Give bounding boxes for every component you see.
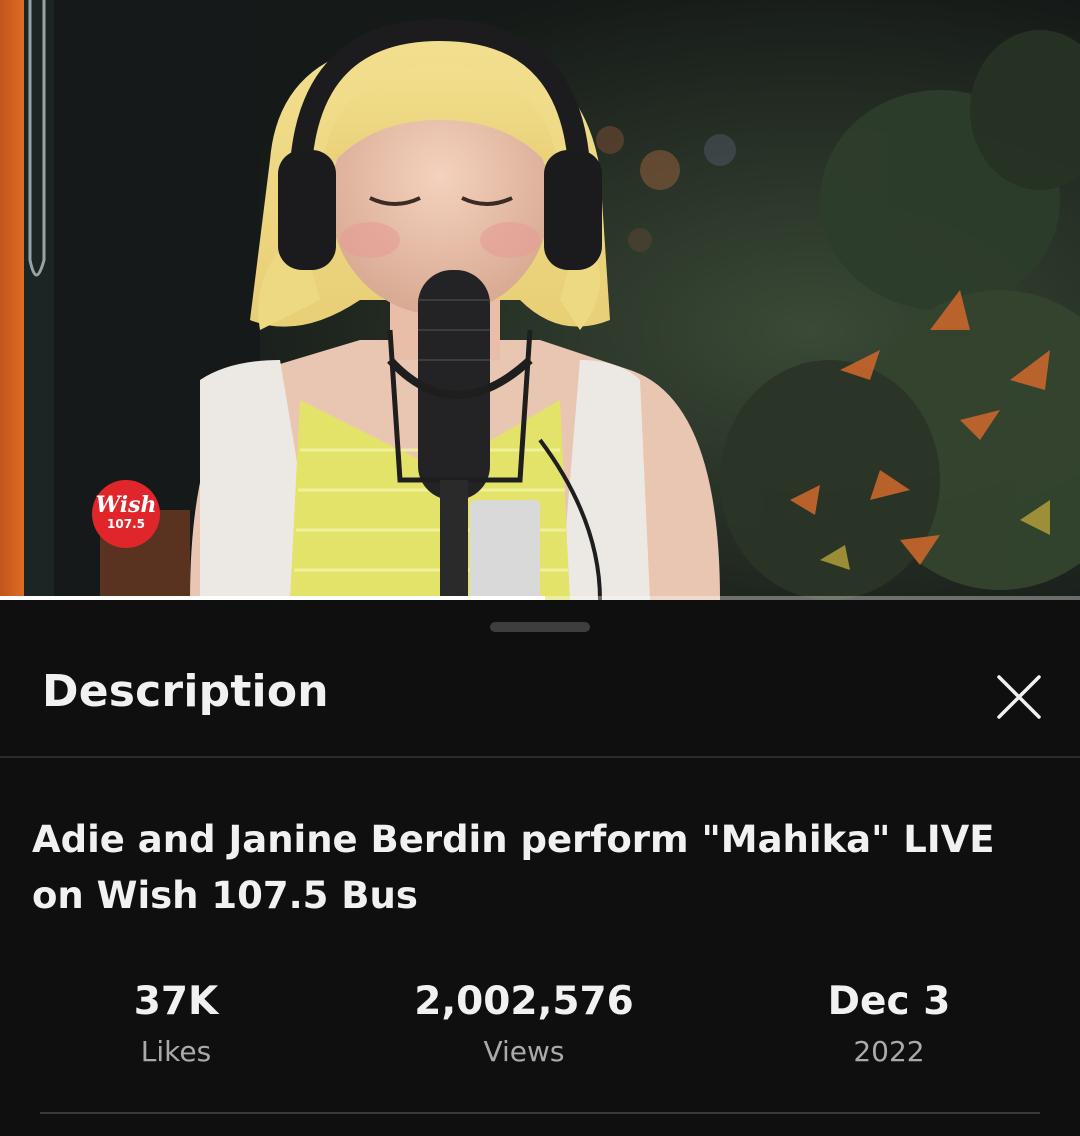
stat-date-year: 2022 [853, 1035, 925, 1068]
stat-views: 2,002,576 Views [414, 976, 634, 1072]
video-title: Adie and Janine Berdin perform "Mahika" … [32, 818, 995, 917]
wish-logo: Wish 107.5 [92, 480, 160, 548]
video-progress-bar[interactable] [0, 596, 1080, 600]
stat-likes: 37K Likes [134, 976, 219, 1072]
stat-likes-label: Likes [140, 1035, 212, 1068]
video-frame-image [0, 0, 1080, 600]
stats-divider [40, 1112, 1040, 1114]
wish-logo-subtext: 107.5 [107, 517, 145, 531]
video-progress-fill [0, 596, 546, 600]
description-sheet: Description Adie and Janine Berdin perfo… [0, 602, 1080, 1136]
close-button[interactable] [990, 668, 1048, 726]
stat-views-label: Views [483, 1035, 565, 1068]
app-root: Wish 107.5 Description Adie and Janine B… [0, 0, 1080, 1136]
stat-date: Dec 3 2022 [828, 976, 951, 1072]
stat-likes-value: 37K [133, 979, 219, 1024]
stat-date-value: Dec 3 [827, 979, 951, 1024]
close-icon [997, 675, 1041, 719]
header-divider [0, 756, 1080, 758]
sheet-title: Description [42, 666, 329, 717]
wish-logo-text: Wish [95, 492, 157, 518]
stat-views-value: 2,002,576 [414, 979, 634, 1024]
video-player[interactable]: Wish 107.5 [0, 0, 1080, 600]
sheet-drag-handle[interactable] [490, 622, 590, 632]
